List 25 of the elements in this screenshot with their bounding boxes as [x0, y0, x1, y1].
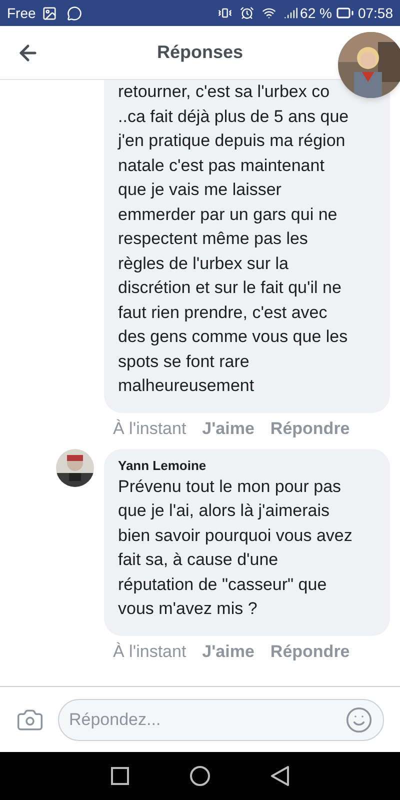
reply-field[interactable]: Répondez... — [58, 698, 384, 740]
image-icon — [42, 6, 57, 20]
recent-apps-icon[interactable] — [110, 767, 129, 785]
vibrate-icon — [218, 6, 232, 20]
home-icon[interactable] — [190, 766, 210, 786]
reply-link[interactable]: Répondre — [270, 642, 350, 662]
battery-percent: 62 % — [300, 4, 332, 22]
back-triangle-icon[interactable] — [271, 766, 290, 786]
signal-icon — [284, 6, 298, 20]
emoji-icon[interactable] — [345, 706, 373, 734]
alarm-icon — [240, 6, 254, 20]
clock: 07:58 — [358, 4, 393, 22]
comment-text: Prévenu tout le mon pour pas que je l'ai, alors là j'aimerais bien savoir pourquoi vous avez fait sa, à cause d'une réputation de "casseur" que vous m'avez mis ? — [118, 476, 354, 620]
comment-text: retourner, c'est sa l'urbex co ..ca fait déjà plus de 5 ans que j'en pratique depuis ma région natale c'est pas maintenant que je vais me laisser emmerder par un gars qui ne respectent même pas les règles de l'urbex sur la discrétion et sur le fait qu'il ne faut rien prendre, c'est avec des gens comme vous que les spots se font rare malheureusement — [118, 81, 350, 397]
carrier-label: Free — [7, 4, 36, 22]
messenger-icon — [66, 6, 82, 20]
reply-link[interactable]: Répondre — [270, 418, 350, 438]
author-name[interactable]: Yann Lemoine — [118, 456, 376, 474]
timestamp: À l'instant — [113, 418, 186, 438]
header-title: Réponses — [156, 41, 244, 64]
reply-input[interactable]: Répondez... — [69, 706, 345, 732]
like-link[interactable]: J'aime — [202, 642, 254, 662]
wifi-icon — [262, 6, 276, 20]
like-link[interactable]: J'aime — [202, 418, 254, 438]
timestamp: À l'instant — [113, 642, 186, 662]
